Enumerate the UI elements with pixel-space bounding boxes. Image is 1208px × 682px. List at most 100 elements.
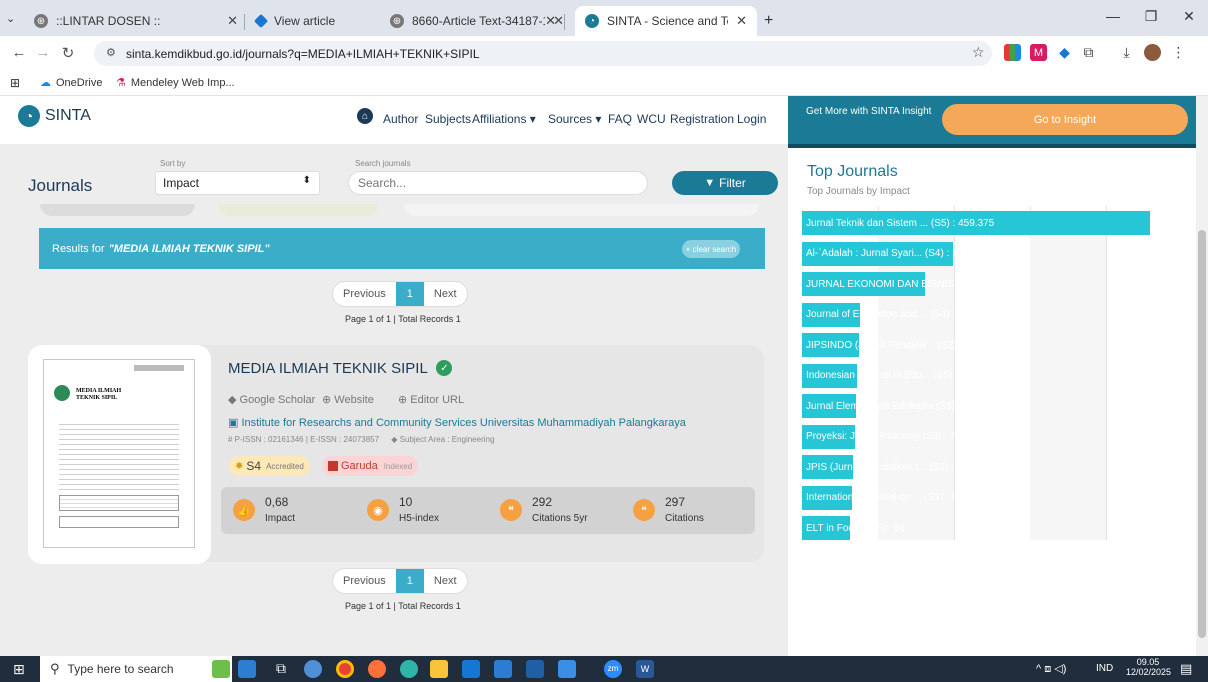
window-close-icon[interactable]: ✕: [1174, 8, 1204, 25]
sort-label: Sort by: [160, 159, 186, 168]
top-journal-bar[interactable]: JIPSINDO (Jurnal Pendidik... (S2) : 75.2…: [802, 333, 1001, 357]
apps-grid-icon[interactable]: ⊞: [10, 76, 20, 90]
mendeley-icon[interactable]: M: [1030, 44, 1047, 61]
page-info: Page 1 of 1 | Total Records 1: [345, 314, 461, 324]
google-scholar-link[interactable]: ◆ Google Scholar: [228, 393, 315, 406]
taskbar-search[interactable]: ⚲ Type here to search: [40, 656, 232, 682]
chrome-icon[interactable]: [336, 660, 354, 678]
top-journal-bar[interactable]: JURNAL EKONOMI DAN BISNIS... (S2) : 163: [802, 272, 1009, 296]
previous-button[interactable]: Previous: [333, 575, 396, 587]
tab-title: 8660-Article Text-34187-1-10-2: [412, 14, 545, 28]
search-icon: ⚲: [50, 661, 60, 676]
top-journal-bar[interactable]: Journal of Education and ... (S4) : 77: [802, 302, 969, 327]
taskbar-app-icon[interactable]: [304, 660, 322, 678]
nav-wcu[interactable]: WCU: [637, 112, 666, 126]
search-input[interactable]: [348, 171, 648, 195]
notification-icon[interactable]: ▤: [1180, 661, 1192, 677]
top-journal-bar[interactable]: Proyeksi: Jurnal Psikologi (S3) : 70: [802, 424, 961, 449]
top-journal-bar[interactable]: ELT in Focus (S5) : 64: [802, 516, 905, 540]
extension-icon[interactable]: [1004, 44, 1021, 61]
mail-icon[interactable]: [526, 660, 544, 678]
garuda-note: Indexed: [383, 461, 413, 471]
editor-url-link[interactable]: ⊕ Editor URL: [398, 393, 464, 406]
next-button[interactable]: Next: [424, 575, 467, 587]
app-icon[interactable]: [494, 660, 512, 678]
page-1-button[interactable]: 1: [395, 569, 424, 593]
top-journal-bar[interactable]: Jurnal Elementaria Edukasia (S3) : 71: [802, 394, 974, 418]
tab-lintar[interactable]: ⊕ ::LINTAR DOSEN :: ✕: [24, 6, 248, 36]
menu-icon[interactable]: ⋮: [1170, 44, 1187, 61]
word-icon[interactable]: W: [636, 660, 654, 678]
new-tab-icon[interactable]: +: [764, 12, 773, 30]
top-journal-bar[interactable]: Indonesian Journal of Edu... (S5) : 73.0…: [802, 363, 997, 388]
forward-icon[interactable]: →: [33, 44, 53, 61]
website-link[interactable]: ⊕ Website: [322, 393, 374, 406]
top-journal-bar[interactable]: International Journal on ... (S1) : 66: [802, 485, 963, 510]
clear-search-button[interactable]: × clear search: [682, 240, 740, 258]
firefox-icon[interactable]: [368, 660, 386, 678]
bookmark-star-icon[interactable]: ☆: [972, 44, 985, 61]
photos-icon[interactable]: [558, 660, 576, 678]
task-view-icon[interactable]: ⧉: [272, 660, 290, 678]
nav-sources[interactable]: Sources ▾: [548, 112, 601, 126]
logo-text: SINTA: [45, 107, 91, 124]
close-icon[interactable]: ✕: [553, 13, 564, 29]
taskbar-app-icon[interactable]: [212, 660, 230, 678]
filter-button[interactable]: ▼ Filter: [672, 171, 778, 195]
url-field[interactable]: ⚙ sinta.kemdikbud.go.id/journals?q=MEDIA…: [94, 41, 992, 66]
download-icon[interactable]: ⤓: [1118, 44, 1135, 61]
bookmark-mendeley[interactable]: ⚗ Mendeley Web Imp...: [116, 76, 235, 90]
top-journal-bar[interactable]: JPIS (Jurnal Pendidikan I... (S3) : 67: [802, 455, 968, 479]
taskbar-app-icon[interactable]: [238, 660, 256, 678]
tab-sinta[interactable]: ◔ SINTA - Science and Technolog ✕: [575, 6, 757, 36]
institution-link[interactable]: ▣ Institute for Researchs and Community …: [228, 416, 686, 429]
journal-name-row[interactable]: MEDIA ILMIAH TEKNIK SIPIL ✓: [228, 360, 453, 377]
h5-label: H5-index: [399, 513, 440, 524]
minimize-icon[interactable]: —: [1098, 8, 1128, 24]
sort-select[interactable]: Impact ⬍: [155, 171, 320, 195]
next-button[interactable]: Next: [424, 288, 467, 300]
chart-band: [1030, 236, 1106, 540]
restore-icon[interactable]: ❐: [1136, 8, 1166, 25]
nav-subjects[interactable]: Subjects: [425, 112, 471, 126]
journal-name[interactable]: MEDIA ILMIAH TEKNIK SIPIL: [228, 360, 427, 377]
decorative-shape: [218, 204, 378, 216]
nav-affiliations[interactable]: Affiliations ▾: [472, 112, 536, 126]
top-journal-bar[interactable]: Al-`Adalah : Jurnal Syari... (S4) : 199: [802, 241, 969, 266]
clock[interactable]: 09.05 12/02/2025: [1126, 657, 1171, 677]
tray-icons[interactable]: ^ ⧈ ◁): [1036, 662, 1066, 676]
language-indicator[interactable]: IND: [1096, 663, 1113, 674]
tab-search-icon[interactable]: ⌄: [6, 12, 15, 25]
site-info-icon[interactable]: ⚙: [106, 46, 116, 59]
close-icon[interactable]: ✕: [736, 13, 747, 29]
nav-author[interactable]: Author: [383, 112, 418, 126]
zoom-icon[interactable]: zm: [604, 660, 622, 678]
garuda-icon: [328, 461, 338, 471]
nav-registration[interactable]: Registration: [670, 112, 734, 126]
profile-avatar[interactable]: [1144, 44, 1161, 61]
journal-cover[interactable]: MEDIA ILMIAH TEKNIK SIPIL: [43, 359, 195, 548]
store-icon[interactable]: [462, 660, 480, 678]
nav-login[interactable]: Login: [737, 112, 766, 126]
diamond-icon[interactable]: ◆: [1056, 44, 1073, 61]
nav-faq[interactable]: FAQ: [608, 112, 632, 126]
tab-article-text[interactable]: ⊕ 8660-Article Text-34187-1-10-2 ✕: [380, 6, 574, 36]
close-icon[interactable]: ✕: [227, 13, 238, 29]
hash-icon: #: [228, 435, 235, 444]
windows-start-icon[interactable]: ⊞: [13, 661, 25, 678]
previous-button[interactable]: Previous: [333, 288, 396, 300]
back-icon[interactable]: ←: [9, 44, 29, 61]
thumbs-up-icon: 👍: [233, 499, 255, 521]
page-1-button[interactable]: 1: [395, 282, 424, 306]
file-explorer-icon[interactable]: [430, 660, 448, 678]
scrollbar-thumb[interactable]: [1198, 230, 1206, 638]
home-icon[interactable]: ⌂: [357, 108, 373, 124]
sinta-logo[interactable]: ◔ SINTA: [18, 105, 91, 127]
go-to-insight-button[interactable]: Go to Insight: [942, 104, 1188, 135]
top-journal-bar[interactable]: Jurnal Teknik dan Sistem ... (S5) : 459.…: [802, 211, 1150, 235]
edge-icon[interactable]: [400, 660, 418, 678]
reload-icon[interactable]: ↻: [58, 44, 78, 62]
extensions-puzzle-icon[interactable]: ⧉: [1080, 44, 1097, 61]
bookmark-onedrive[interactable]: ☁ OneDrive: [40, 76, 102, 90]
tab-title: ::LINTAR DOSEN ::: [56, 14, 161, 28]
